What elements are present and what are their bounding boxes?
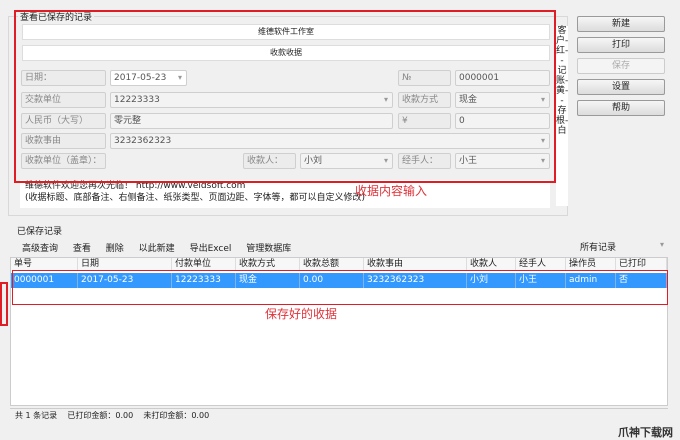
annotation-table: 保存好的收据 <box>265 307 338 321</box>
note-area[interactable]: 维德软件欢迎您再次光临！ http://www.veidsoft.com (收据… <box>20 180 550 208</box>
unprinted-amount: 未打印金额：0.00 <box>143 411 210 420</box>
filter-value: 所有记录 <box>580 243 617 253</box>
manage-database-button[interactable]: 管理数据库 <box>246 244 291 254</box>
advanced-query-button[interactable]: 高级查询 <box>22 244 58 254</box>
delete-button[interactable]: 删除 <box>106 244 124 254</box>
status-bar: 共 1 条记录 已打印金额：0.00 未打印金额：0.00 <box>10 408 668 421</box>
saved-records-title: 已保存记录 <box>17 227 63 237</box>
print-button[interactable]: 打印 <box>577 37 665 53</box>
annotation-box-form <box>14 10 556 183</box>
record-count: 共 1 条记录 <box>15 411 58 420</box>
view-button[interactable]: 查看 <box>73 244 91 254</box>
annotation-form: 收据内容输入 <box>355 184 428 198</box>
printed-amount: 已打印金额：0.00 <box>67 411 134 420</box>
save-button[interactable]: 保存 <box>577 58 665 74</box>
new-from-this-button[interactable]: 以此新建 <box>139 244 175 254</box>
note-line2: (收据标题、底部备注、右侧备注、纸张类型、页面边距、字体等，都可以自定义修改) <box>25 193 366 203</box>
annotation-bracket <box>0 282 8 326</box>
help-button[interactable]: 帮助 <box>577 100 665 116</box>
records-toolbar: 高级查询 查看 删除 以此新建 导出Excel 管理数据库 <box>22 241 303 254</box>
annotation-box-table <box>12 270 668 305</box>
side-note: 客户-红--记账-黄--存根-白 <box>556 26 568 206</box>
export-excel-button[interactable]: 导出Excel <box>190 244 232 254</box>
new-button[interactable]: 新建 <box>577 16 665 32</box>
watermark: 爪神下载网 <box>618 426 673 439</box>
settings-button[interactable]: 设置 <box>577 79 665 95</box>
filter-select[interactable]: 所有记录 <box>580 240 668 253</box>
